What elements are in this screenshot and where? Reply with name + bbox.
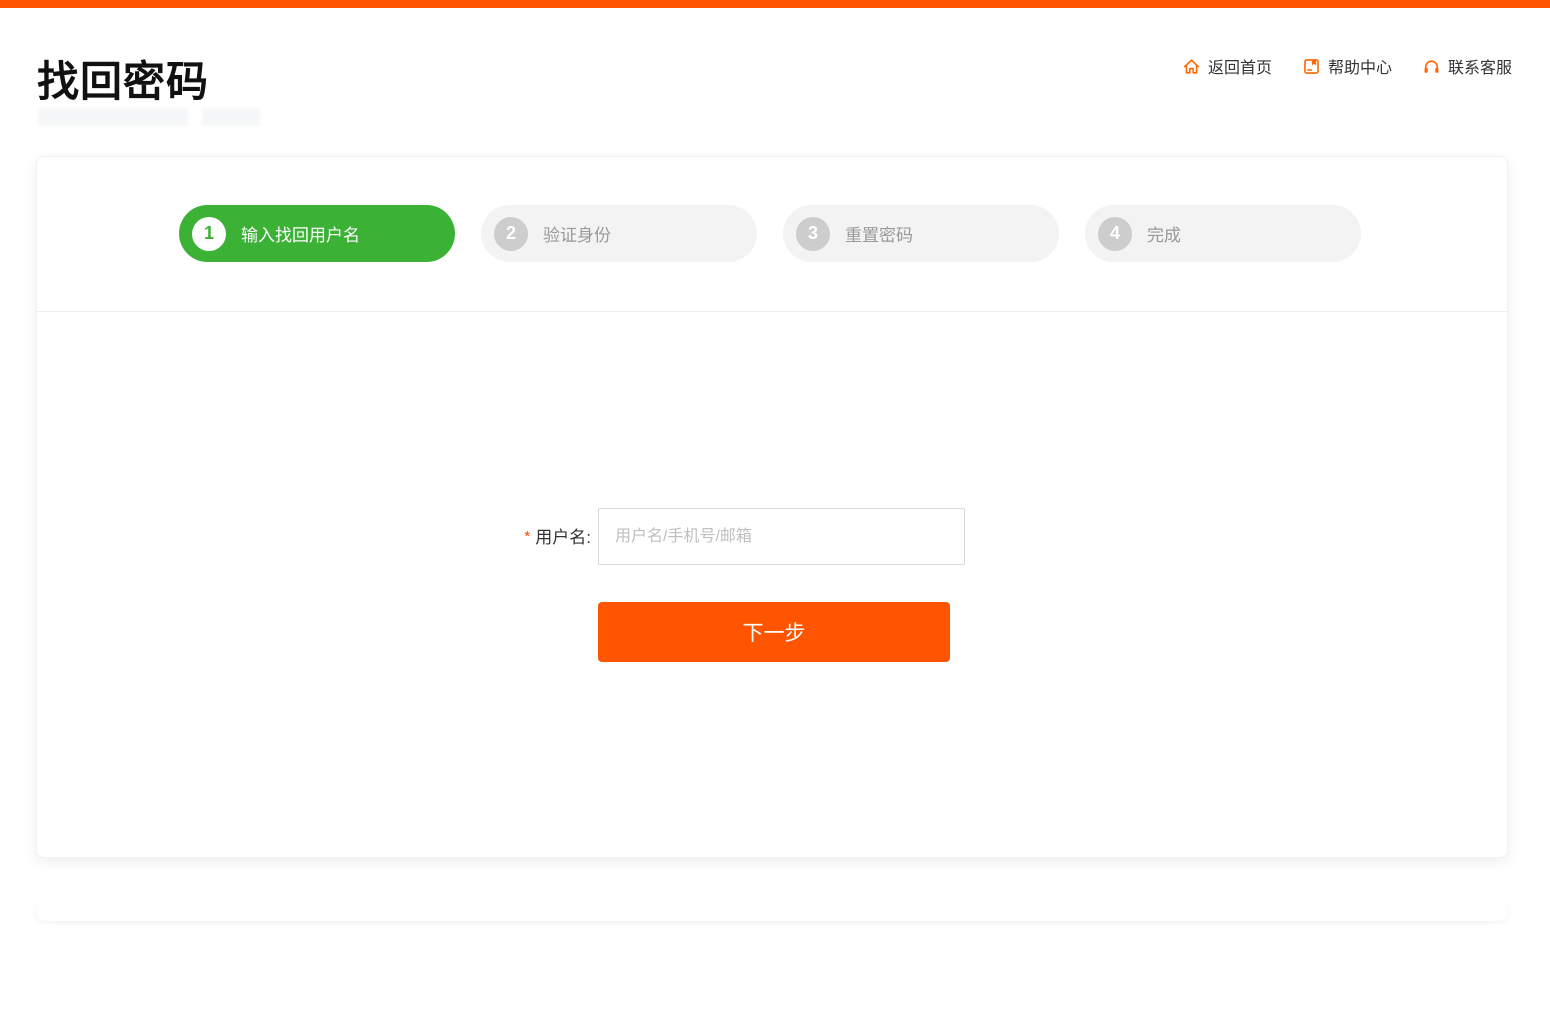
next-step-button[interactable]: 下一步: [598, 602, 950, 662]
step-4-label: 完成: [1147, 221, 1181, 246]
step-3-reset-password: 3 重置密码: [783, 205, 1059, 262]
header-quick-links: 返回首页 帮助中心 联系客服: [1182, 54, 1512, 78]
step-1-number-badge: 1: [192, 217, 226, 251]
page-title: 找回密码: [37, 48, 209, 109]
step-progress-bar: 1 输入找回用户名 2 验证身份 3 重置密码 4 完成: [179, 205, 1361, 262]
link-contact-support[interactable]: 联系客服: [1422, 54, 1512, 78]
username-label-text: 用户名:: [535, 528, 591, 547]
step-4-complete: 4 完成: [1085, 205, 1361, 262]
required-asterisk: *: [524, 528, 530, 545]
step-2-number-badge: 2: [494, 217, 528, 251]
footer-divider-band: [36, 901, 1508, 921]
headset-icon: [1422, 57, 1441, 76]
step-2-label: 验证身份: [543, 221, 611, 246]
recovery-card: 1 输入找回用户名 2 验证身份 3 重置密码 4 完成 * 用户名: 下一步: [36, 156, 1508, 858]
step-3-number-badge: 3: [796, 217, 830, 251]
step-1-enter-username: 1 输入找回用户名: [179, 205, 455, 262]
username-input[interactable]: [598, 508, 965, 565]
link-return-home[interactable]: 返回首页: [1182, 54, 1272, 78]
step-3-label: 重置密码: [845, 221, 913, 246]
header-link-label: 帮助中心: [1328, 54, 1392, 78]
header-link-label: 联系客服: [1448, 54, 1512, 78]
username-field-label: * 用户名:: [451, 525, 591, 550]
step-2-verify-identity: 2 验证身份: [481, 205, 757, 262]
top-accent-bar: [0, 0, 1550, 8]
step-4-number-badge: 4: [1098, 217, 1132, 251]
home-icon: [1182, 57, 1201, 76]
faint-watermark-text: [38, 108, 260, 126]
help-center-icon: [1302, 57, 1321, 76]
faint-watermark-segment: [38, 108, 188, 126]
step-1-label: 输入找回用户名: [241, 221, 360, 246]
link-help-center[interactable]: 帮助中心: [1302, 54, 1392, 78]
header-link-label: 返回首页: [1208, 54, 1272, 78]
faint-watermark-segment: [202, 108, 260, 126]
stepper-divider: [37, 311, 1507, 312]
